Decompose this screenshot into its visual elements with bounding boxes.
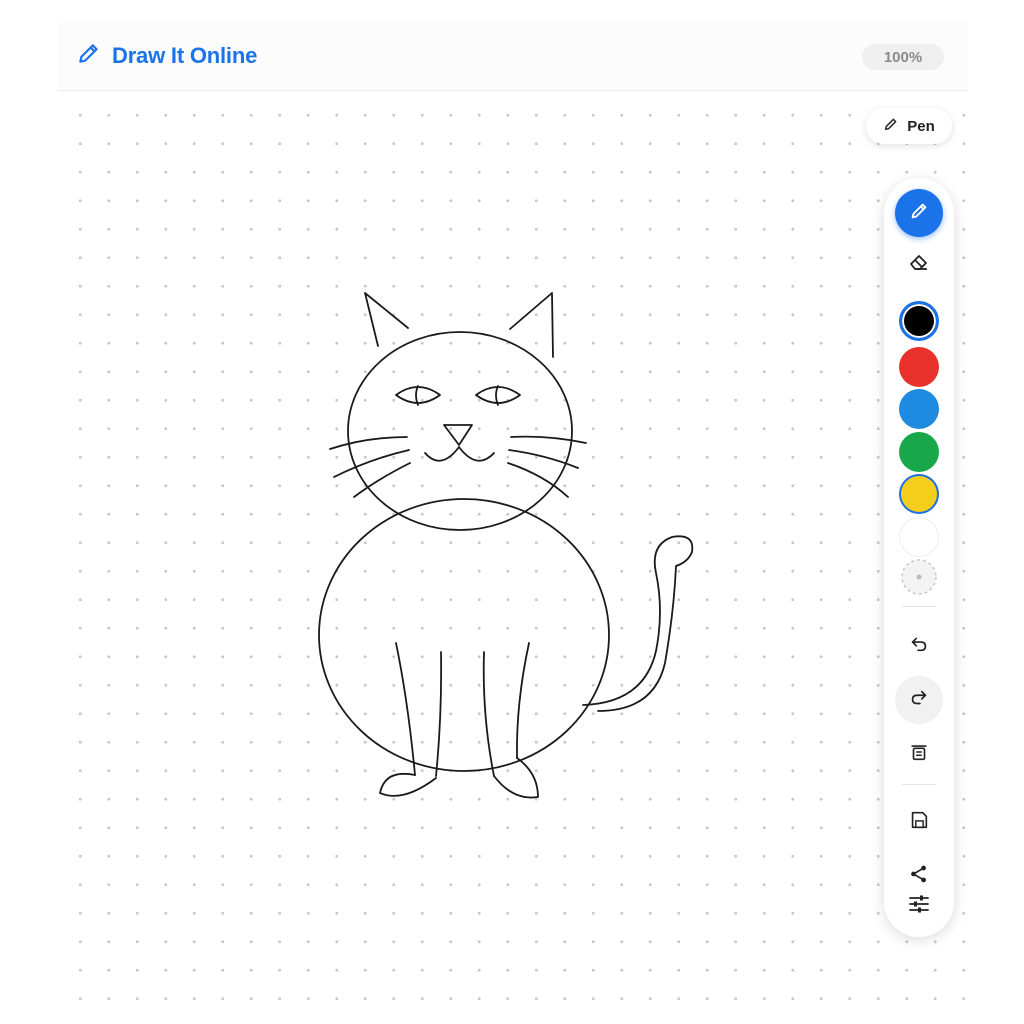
clear-canvas-button[interactable] bbox=[895, 730, 943, 778]
whisker bbox=[507, 462, 569, 498]
color-swatch-blue[interactable] bbox=[899, 389, 939, 429]
leg bbox=[435, 651, 443, 777]
color-swatch-red[interactable] bbox=[899, 347, 939, 387]
leg bbox=[516, 642, 530, 759]
whisker bbox=[329, 436, 408, 450]
left-pupil bbox=[415, 385, 419, 406]
sliders-icon bbox=[907, 892, 931, 921]
eraser-icon bbox=[907, 250, 931, 279]
paw bbox=[493, 757, 539, 799]
save-icon bbox=[908, 809, 930, 836]
settings-button[interactable] bbox=[895, 882, 943, 930]
color-swatch-black[interactable] bbox=[899, 301, 939, 341]
zoom-indicator[interactable]: 100% bbox=[862, 44, 944, 70]
custom-color-icon bbox=[900, 558, 938, 601]
cat-drawing bbox=[318, 292, 694, 799]
color-swatch-white[interactable] bbox=[899, 517, 939, 557]
redo-icon bbox=[908, 687, 930, 714]
trash-icon bbox=[908, 741, 930, 768]
app-title: Draw It Online bbox=[112, 42, 258, 68]
app-window: Draw It Online 100% Pen bbox=[58, 22, 968, 1002]
current-tool-chip[interactable]: Pen bbox=[866, 108, 952, 144]
drawing-canvas[interactable]: Pen bbox=[58, 91, 968, 1002]
whisker bbox=[333, 449, 410, 478]
custom-color-button[interactable] bbox=[895, 555, 943, 603]
left-eye bbox=[395, 386, 441, 404]
leg bbox=[482, 651, 495, 777]
undo-icon bbox=[908, 632, 930, 659]
tool-palette bbox=[884, 178, 954, 937]
right-pupil bbox=[495, 385, 499, 406]
undo-button[interactable] bbox=[895, 621, 943, 669]
nose bbox=[443, 424, 473, 446]
color-swatch-green[interactable] bbox=[899, 432, 939, 472]
pencil-icon bbox=[883, 116, 899, 136]
right-eye bbox=[475, 386, 521, 404]
cat-head bbox=[347, 331, 573, 531]
pencil-icon bbox=[76, 40, 102, 71]
toolbar-divider bbox=[902, 784, 936, 785]
brand[interactable]: Draw It Online bbox=[76, 40, 257, 71]
paw bbox=[379, 772, 437, 797]
mouth bbox=[424, 446, 495, 462]
left-ear bbox=[364, 292, 409, 347]
redo-button[interactable] bbox=[895, 676, 943, 724]
header-bar: Draw It Online 100% bbox=[58, 22, 968, 91]
toolbar-divider bbox=[902, 606, 936, 607]
pencil-icon bbox=[908, 200, 930, 227]
current-tool-label: Pen bbox=[907, 117, 935, 135]
whisker bbox=[510, 435, 587, 444]
save-button[interactable] bbox=[895, 798, 943, 846]
leg bbox=[395, 642, 416, 776]
cat-body bbox=[318, 498, 610, 772]
right-ear bbox=[509, 292, 554, 358]
pen-tool-button[interactable] bbox=[895, 189, 943, 237]
color-swatch-yellow[interactable] bbox=[899, 474, 939, 514]
eraser-tool-button[interactable] bbox=[895, 240, 943, 288]
